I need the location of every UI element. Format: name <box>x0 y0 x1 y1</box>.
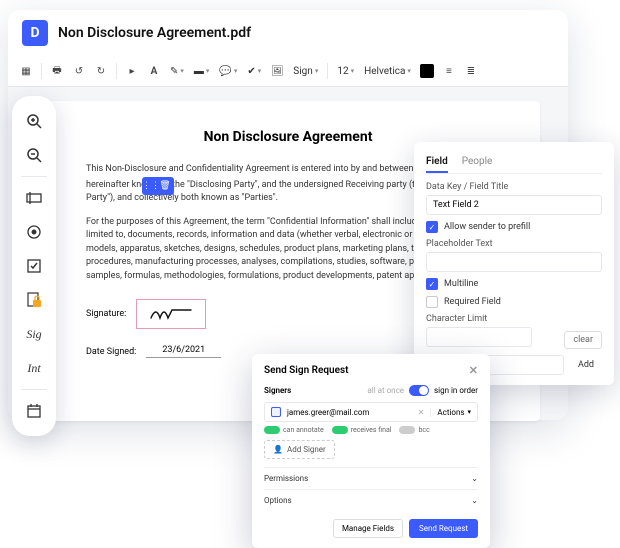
signer-permissions: can annotate receives final bcc <box>264 426 478 434</box>
lock-page-icon[interactable] <box>19 285 49 315</box>
sign-in-order-label: sign in order <box>434 386 478 395</box>
font-size-dropdown[interactable]: 12▾ <box>333 61 358 81</box>
drag-grip-icon[interactable]: ⋮⋮ <box>144 179 158 193</box>
date-label: Date Signed: <box>86 347 136 357</box>
multiline-label: Multiline <box>444 279 478 289</box>
tab-field[interactable]: Field <box>426 152 448 173</box>
required-label: Required Field <box>444 297 501 307</box>
clear-button[interactable]: clear <box>564 331 602 349</box>
allow-prefill-checkbox[interactable]: ✓ Allow sender to prefill <box>426 221 602 233</box>
date-signed-field[interactable]: 23/6/2021 <box>146 345 221 358</box>
datakey-input[interactable] <box>426 195 602 215</box>
signer-email: james.greer@mail.com <box>287 408 412 417</box>
allow-prefill-label: Allow sender to prefill <box>444 222 530 232</box>
undo-icon[interactable]: ↺ <box>69 61 89 81</box>
signer-actions-dropdown[interactable]: Actions▾ <box>430 408 471 417</box>
sign-dropdown[interactable]: Sign▾ <box>289 61 322 81</box>
date-tool-icon[interactable] <box>19 396 49 426</box>
document-title: Non Disclosure Agreement.pdf <box>58 25 251 41</box>
checkbox-tool-icon[interactable] <box>19 251 49 281</box>
can-annotate-toggle[interactable]: can annotate <box>264 426 324 434</box>
para1-pre: This Non-Disclosure and Confidentiality … <box>86 164 413 174</box>
align-left-icon[interactable]: ≡ <box>439 61 459 81</box>
pen-tool-dropdown[interactable]: ✎▾ <box>166 61 188 81</box>
sign-label: Sign <box>293 66 313 77</box>
panel-tabs: Field People <box>426 152 602 174</box>
app-logo-icon: D <box>22 20 48 46</box>
color-swatch[interactable] <box>417 61 437 81</box>
send-request-button[interactable]: Send Request <box>409 519 478 538</box>
signer-row: james.greer@mail.com ✕ Actions▾ <box>264 402 478 422</box>
align-center-icon[interactable]: ≣ <box>461 61 481 81</box>
comment-tool-dropdown[interactable]: 💬▾ <box>215 61 241 81</box>
check-icon: ✓ <box>426 221 438 233</box>
signer-color-icon <box>271 407 281 417</box>
required-checkbox[interactable]: Required Field <box>426 296 602 308</box>
charlimit-input[interactable] <box>426 327 532 347</box>
remove-signer-icon[interactable]: ✕ <box>418 408 425 417</box>
floating-tool-strip: Sig Int <box>12 96 56 436</box>
add-signer-button[interactable]: 👤Add Signer <box>264 440 335 459</box>
stamp-tool-dropdown[interactable]: ✔▾ <box>243 61 265 81</box>
thumbnail-panel-icon[interactable]: ▦ <box>16 61 36 81</box>
charlimit-label: Character Limit <box>426 314 602 324</box>
check-icon <box>426 296 438 308</box>
multiline-checkbox[interactable]: ✓ Multiline <box>426 278 602 290</box>
signature-scribble-icon <box>148 304 194 324</box>
options-section[interactable]: Options⌄ <box>264 489 478 511</box>
highlight-tool-dropdown[interactable]: ▬▾ <box>190 61 214 81</box>
all-at-once-label: all at once <box>367 386 404 395</box>
redo-icon[interactable]: ↻ <box>91 61 111 81</box>
field-drag-handle[interactable]: ⋮⋮ 🗑 <box>142 177 174 195</box>
field-properties-panel: Field People Data Key / Field Title ✓ All… <box>414 142 614 385</box>
sign-panel-title: Send Sign Request <box>264 365 349 376</box>
signature-label: Signature: <box>86 309 126 319</box>
bcc-toggle[interactable]: bcc <box>399 426 429 434</box>
signature-tool-icon[interactable]: Sig <box>19 319 49 349</box>
print-icon[interactable]: 🖶 <box>47 61 67 81</box>
placeholder-label: Placeholder Text <box>426 239 602 249</box>
chevron-down-icon: ⌄ <box>471 474 478 483</box>
send-sign-request-panel: Send Sign Request ✕ Signers all at once … <box>252 354 490 548</box>
signers-label: Signers <box>264 386 291 395</box>
zoom-out-icon[interactable] <box>19 140 49 170</box>
cursor-icon[interactable]: ▸ <box>122 61 142 81</box>
titlebar: D Non Disclosure Agreement.pdf <box>8 10 568 56</box>
tab-people[interactable]: People <box>462 152 493 173</box>
text-tool-icon[interactable]: A <box>144 61 164 81</box>
zoom-in-icon[interactable] <box>19 106 49 136</box>
placeholder-input[interactable] <box>426 252 602 272</box>
add-recipient-button[interactable]: Add <box>570 356 602 374</box>
receives-final-toggle[interactable]: receives final <box>332 426 392 434</box>
close-icon[interactable]: ✕ <box>469 364 478 377</box>
radio-tool-icon[interactable] <box>19 217 49 247</box>
font-size-value: 12 <box>337 66 348 77</box>
datakey-label: Data Key / Field Title <box>426 182 602 192</box>
permissions-section[interactable]: Permissions⌄ <box>264 467 478 489</box>
font-family-dropdown[interactable]: Helvetica▾ <box>360 61 415 81</box>
image-tool-icon[interactable]: 🖼 <box>267 61 287 81</box>
check-icon: ✓ <box>426 278 438 290</box>
user-plus-icon: 👤 <box>273 445 283 454</box>
order-toggle[interactable] <box>409 385 429 396</box>
font-family-value: Helvetica <box>364 66 405 77</box>
initials-tool-icon[interactable]: Int <box>19 353 49 383</box>
text-field-tool-icon[interactable] <box>19 183 49 213</box>
chevron-down-icon: ⌄ <box>471 496 478 505</box>
delete-field-icon[interactable]: 🗑 <box>158 179 172 193</box>
manage-fields-button[interactable]: Manage Fields <box>333 519 403 538</box>
main-toolbar: ▦ 🖶 ↺ ↻ ▸ A ✎▾ ▬▾ 💬▾ ✔▾ 🖼 Sign▾ 12▾ Helv… <box>8 56 568 87</box>
signature-field[interactable] <box>136 299 206 329</box>
